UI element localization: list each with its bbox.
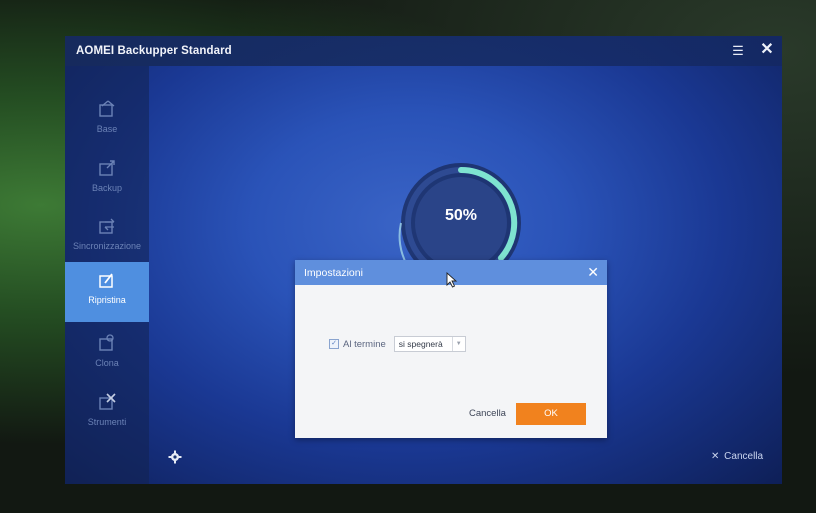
- menu-icon[interactable]: ☰: [729, 42, 747, 60]
- mouse-cursor-icon: [446, 272, 458, 288]
- gear-icon[interactable]: [168, 450, 182, 464]
- chevron-down-icon: ▼: [451, 337, 465, 351]
- app-title: AOMEI Backupper Standard: [76, 45, 232, 57]
- on-complete-label: Al termine: [343, 338, 386, 350]
- sidebar-item-restore[interactable]: Ripristina: [65, 262, 149, 322]
- select-value: si spegnerà: [398, 339, 443, 349]
- progress-percent: 50%: [444, 207, 478, 224]
- on-complete-checkbox[interactable]: ✓: [329, 339, 339, 349]
- sync-icon: [99, 218, 115, 234]
- ok-button[interactable]: OK: [516, 403, 586, 425]
- dialog-title: Impostazioni: [304, 266, 363, 279]
- sidebar-item-base[interactable]: Base: [65, 95, 149, 153]
- sidebar-item-label: Base: [96, 124, 118, 134]
- backup-icon: [99, 160, 115, 176]
- close-icon: ✕: [711, 451, 720, 462]
- tools-icon: [99, 393, 116, 410]
- cancel-button[interactable]: Cancella: [469, 408, 506, 419]
- cancel-label: Cancella: [724, 451, 764, 462]
- close-icon[interactable]: ✕: [587, 264, 599, 280]
- restore-icon: [99, 273, 113, 288]
- sidebar-item-label: Clona: [95, 358, 119, 368]
- close-icon[interactable]: ✕: [758, 41, 776, 59]
- on-complete-select[interactable]: si spegnerà ▼: [393, 336, 466, 352]
- on-complete-row: ✓ Al termine si spegnerà ▼: [329, 336, 466, 352]
- app-window: AOMEI Backupper Standard ☰ ✕ Base Backup…: [65, 36, 782, 484]
- sidebar-item-label: Backup: [91, 183, 123, 193]
- sidebar-item-backup[interactable]: Backup: [65, 154, 149, 212]
- sidebar-item-label: Strumenti: [87, 417, 127, 427]
- title-bar: AOMEI Backupper Standard ☰ ✕: [65, 36, 782, 66]
- sidebar: Base Backup Sincronizzazione Ripristina: [65, 66, 149, 484]
- sidebar-item-label: Sincronizzazione: [72, 241, 142, 251]
- sidebar-item-tools[interactable]: Strumenti: [65, 388, 149, 446]
- sidebar-item-label: Ripristina: [88, 295, 126, 305]
- cancel-operation-button[interactable]: ✕ Cancella: [711, 451, 763, 462]
- sidebar-item-clone[interactable]: Clona: [65, 329, 149, 387]
- home-icon: [99, 100, 115, 117]
- clone-icon: [99, 334, 114, 351]
